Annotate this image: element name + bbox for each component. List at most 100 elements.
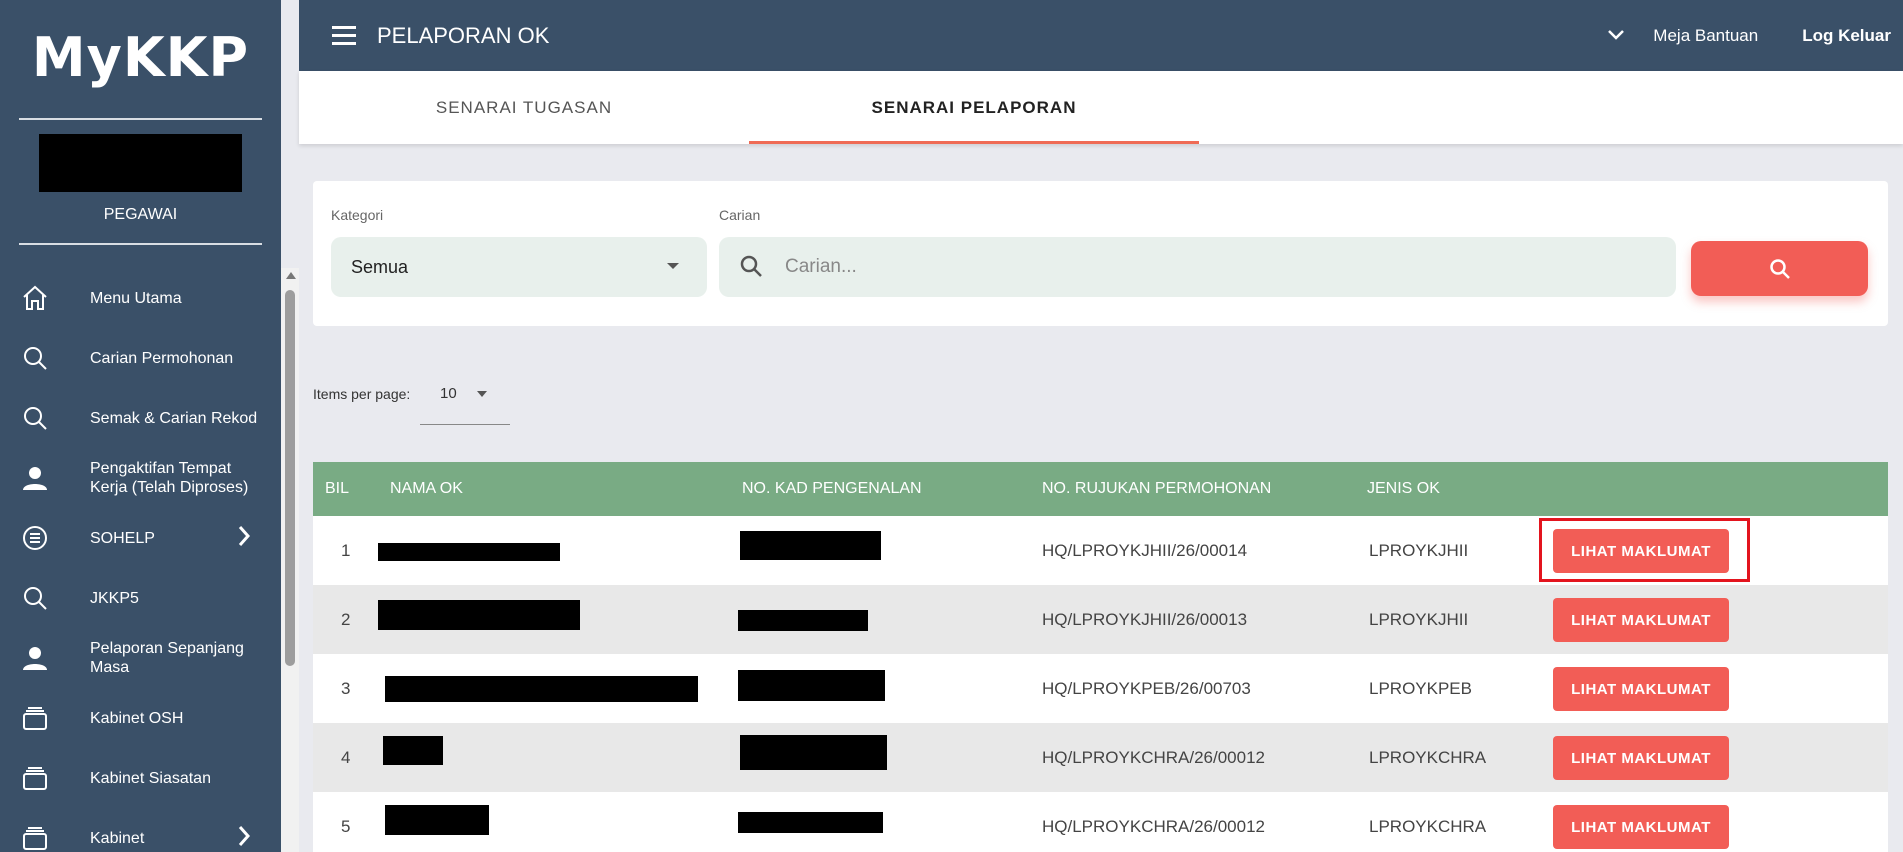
sidebar: MyKKP PEGAWAI Menu Utama Carian Permohon…	[0, 0, 281, 852]
view-details-button[interactable]: LIHAT MAKLUMAT	[1553, 805, 1729, 849]
home-icon	[20, 283, 50, 313]
scrollbar-thumb[interactable]	[285, 290, 295, 666]
tab-senarai-tugasan[interactable]: SENARAI TUGASAN	[299, 71, 749, 144]
redacted-ic	[740, 531, 881, 560]
search-icon	[20, 403, 50, 433]
sidebar-item-kabinet[interactable]: Kabinet	[0, 808, 281, 852]
redacted-ic	[738, 812, 883, 833]
view-details-button[interactable]: LIHAT MAKLUMAT	[1553, 529, 1729, 573]
sidebar-item-label: Kabinet OSH	[90, 709, 184, 727]
search-icon	[739, 254, 765, 280]
chevron-down-icon[interactable]	[1607, 26, 1625, 46]
dropdown-caret-icon	[477, 391, 487, 397]
kategori-value: Semua	[351, 256, 409, 277]
items-per-page-value: 10	[440, 385, 457, 402]
cell-bil: 5	[341, 817, 351, 836]
header-nama-ok: NAMA OK	[390, 480, 463, 497]
person-icon	[20, 463, 50, 493]
table-header: BIL NAMA OK NO. KAD PENGENALAN NO. RUJUK…	[313, 462, 1888, 516]
cell-rujukan: HQ/LPROYKCHRA/26/00012	[1042, 817, 1265, 836]
cabinet-icon	[20, 703, 50, 733]
cell-bil: 2	[341, 610, 351, 629]
sidebar-item-menu-utama[interactable]: Menu Utama	[0, 268, 281, 328]
cell-jenis: LPROYKCHRA	[1369, 748, 1487, 767]
sidebar-item-pengaktifan-tempat-kerja[interactable]: Pengaktifan Tempat Kerja (Telah Diproses…	[0, 448, 281, 508]
table-row: 3 HQ/LPROYKPEB/26/00703 LPROYKPEB LIHAT …	[313, 654, 1888, 723]
redacted-name	[378, 543, 560, 561]
chevron-right-icon	[237, 523, 251, 554]
app-logo: MyKKP	[31, 26, 250, 89]
header-jenis-ok: JENIS OK	[1367, 480, 1440, 497]
cell-rujukan: HQ/LPROYKPEB/26/00703	[1042, 679, 1251, 698]
table-row: 5 HQ/LPROYKCHRA/26/00012 LPROYKCHRA LIHA…	[313, 792, 1888, 852]
sidebar-scrollbar[interactable]	[281, 268, 299, 852]
search-icon	[1769, 258, 1790, 279]
redacted-ic	[740, 735, 887, 770]
cell-jenis: LPROYKCHRA	[1369, 817, 1487, 836]
tab-bar: SENARAI TUGASAN SENARAI PELAPORAN	[299, 71, 1903, 144]
sidebar-item-label: Semak & Carian Rekod	[90, 409, 258, 427]
sidebar-item-label: Menu Utama	[90, 289, 182, 307]
sidebar-nav: Menu Utama Carian Permohonan Semak & Car…	[0, 268, 281, 852]
reports-table: BIL NAMA OK NO. KAD PENGENALAN NO. RUJUK…	[313, 462, 1888, 852]
items-per-page-select[interactable]: 10	[420, 381, 510, 425]
kategori-select[interactable]: Semua	[331, 237, 707, 297]
sidebar-item-label: JKKP5	[90, 589, 139, 607]
user-block: PEGAWAI	[0, 120, 281, 243]
header-rujukan-permohonan: NO. RUJUKAN PERMOHONAN	[1042, 480, 1272, 497]
sidebar-item-semak-carian-rekod[interactable]: Semak & Carian Rekod	[0, 388, 281, 448]
view-details-button[interactable]: LIHAT MAKLUMAT	[1553, 598, 1729, 642]
sidebar-item-sohelp[interactable]: SOHELP	[0, 508, 281, 568]
header-bil: BIL	[325, 480, 350, 497]
page-title: PELAPORAN OK	[377, 22, 550, 48]
user-role: PEGAWAI	[103, 206, 178, 223]
help-desk-link[interactable]: Meja Bantuan	[1653, 26, 1758, 46]
sidebar-item-label: Pelaporan Sepanjang Masa	[90, 640, 244, 676]
sidebar-item-pelaporan-sepanjang-masa[interactable]: Pelaporan Sepanjang Masa	[0, 628, 281, 688]
divider	[19, 243, 262, 245]
redacted-ic	[738, 610, 868, 631]
cabinet-icon	[20, 823, 50, 852]
redacted-user-name	[39, 134, 242, 192]
search-icon	[20, 583, 50, 613]
logout-link[interactable]: Log Keluar	[1802, 26, 1891, 46]
redacted-name	[378, 600, 580, 630]
list-icon	[20, 523, 50, 553]
view-details-button[interactable]: LIHAT MAKLUMAT	[1553, 667, 1729, 711]
chevron-right-icon	[237, 823, 251, 852]
cabinet-icon	[20, 763, 50, 793]
kategori-label: Kategori	[331, 207, 384, 223]
search-icon	[20, 343, 50, 373]
view-details-button[interactable]: LIHAT MAKLUMAT	[1553, 736, 1729, 780]
active-tab-indicator	[749, 141, 1199, 144]
sidebar-item-carian-permohonan[interactable]: Carian Permohonan	[0, 328, 281, 388]
sidebar-item-jkkp5[interactable]: JKKP5	[0, 568, 281, 628]
header-kad-pengenalan: NO. KAD PENGENALAN	[742, 480, 922, 497]
scroll-up-arrow-icon[interactable]	[286, 272, 296, 279]
redacted-name	[383, 736, 443, 765]
cell-jenis: LPROYKPEB	[1369, 679, 1472, 698]
menu-icon[interactable]	[332, 26, 356, 45]
cell-bil: 1	[341, 541, 351, 560]
search-button[interactable]	[1691, 241, 1868, 296]
search-input[interactable]	[785, 256, 1645, 278]
cell-rujukan: HQ/LPROYKJHII/26/00014	[1042, 541, 1248, 560]
table-row: 4 HQ/LPROYKCHRA/26/00012 LPROYKCHRA LIHA…	[313, 723, 1888, 792]
items-per-page-label: Items per page:	[313, 386, 411, 402]
cell-bil: 3	[341, 679, 351, 698]
sidebar-item-kabinet-siasatan[interactable]: Kabinet Siasatan	[0, 748, 281, 808]
redacted-name	[385, 676, 698, 702]
dropdown-caret-icon	[667, 263, 679, 269]
table-row: 2 HQ/LPROYKJHII/26/00013 LPROYKJHII LIHA…	[313, 585, 1888, 654]
carian-label: Carian	[719, 207, 761, 223]
redacted-ic	[738, 670, 885, 701]
search-box	[719, 237, 1676, 297]
cell-rujukan: HQ/LPROYKJHII/26/00013	[1042, 610, 1248, 629]
cell-bil: 4	[341, 748, 351, 767]
tab-senarai-pelaporan[interactable]: SENARAI PELAPORAN	[749, 71, 1199, 144]
cell-jenis: LPROYKJHII	[1369, 541, 1469, 560]
redacted-name	[385, 805, 489, 835]
cell-rujukan: HQ/LPROYKCHRA/26/00012	[1042, 748, 1265, 767]
sidebar-item-kabinet-osh[interactable]: Kabinet OSH	[0, 688, 281, 748]
top-bar: PELAPORAN OK Meja Bantuan Log Keluar	[299, 0, 1903, 71]
